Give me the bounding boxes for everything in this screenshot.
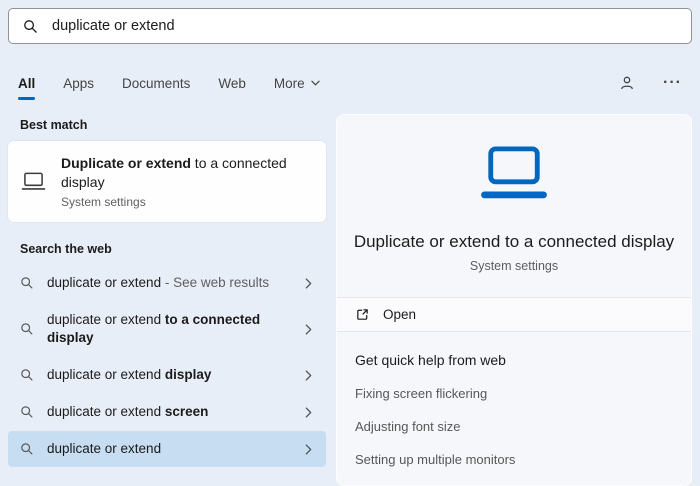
preview-panel: Duplicate or extend to a connected displ… [336,114,692,486]
open-action[interactable]: Open [337,298,691,331]
laptop-icon [337,145,691,212]
chevron-right-icon [305,406,312,418]
suggestion-text: duplicate or extend [47,441,162,456]
best-match-title-bold: Duplicate or extend [61,155,191,171]
best-match-subtitle: System settings [61,195,146,209]
web-suggestion-row[interactable]: duplicate or extend display [8,357,326,393]
search-icon [20,322,34,336]
help-link[interactable]: Setting up multiple monitors [355,452,673,467]
help-link[interactable]: Fixing screen flickering [355,386,673,401]
chevron-right-icon [305,277,312,289]
chevron-right-icon [305,369,312,381]
preview-title: Duplicate or extend to a connected displ… [353,232,675,251]
web-suggestion-row[interactable]: duplicate or extend [8,431,326,467]
best-match-result[interactable]: Duplicate or extend to a connected displ… [8,141,326,222]
suggestion-text: duplicate or extend to a connected displ… [47,312,261,345]
tab-all[interactable]: All [18,76,36,100]
more-options-icon[interactable]: ··· [663,75,682,91]
best-match-header: Best match [20,118,88,132]
search-window: All Apps Documents Web More ··· Best mat… [0,8,700,486]
search-bar[interactable] [8,8,692,44]
tab-more[interactable]: More [274,76,320,91]
best-match-text: Duplicate or extend to a connected displ… [61,154,314,209]
results-area: Best match Duplicate or extend to a conn… [0,94,700,486]
chevron-down-icon [310,80,320,86]
suggestion-text: duplicate or extend screen [47,404,209,419]
search-web-header: Search the web [20,242,112,256]
best-match-title: Duplicate or extend to a connected displ… [61,155,287,190]
quick-help-header: Get quick help from web [355,352,506,368]
tab-documents[interactable]: Documents [122,76,190,91]
tab-more-label: More [273,75,305,91]
search-icon [20,442,34,456]
help-link[interactable]: Adjusting font size [355,419,673,434]
tab-web[interactable]: Web [218,76,246,91]
filter-tabs: All Apps Documents Web More ··· [0,72,700,100]
suggestion-text: duplicate or extend - See web results [47,275,270,290]
open-label: Open [383,307,417,322]
account-icon[interactable] [619,75,635,91]
search-icon [20,368,34,382]
search-input[interactable] [50,17,677,35]
tab-apps[interactable]: Apps [63,76,94,91]
open-icon [355,307,370,322]
web-suggestion-row[interactable]: duplicate or extend screen [8,394,326,430]
web-suggestion-row[interactable]: duplicate or extend to a connected displ… [8,302,326,356]
search-icon [20,276,34,290]
search-icon [20,405,34,419]
suggestion-text: duplicate or extend display [47,367,212,382]
display-icon [20,171,47,192]
preview-subtitle: System settings [469,259,559,273]
chevron-right-icon [305,443,312,455]
web-suggestion-row[interactable]: duplicate or extend - See web results [8,265,326,301]
search-icon [23,19,38,34]
results-list: Best match Duplicate or extend to a conn… [8,114,326,486]
chevron-right-icon [305,323,312,335]
divider [337,331,691,332]
